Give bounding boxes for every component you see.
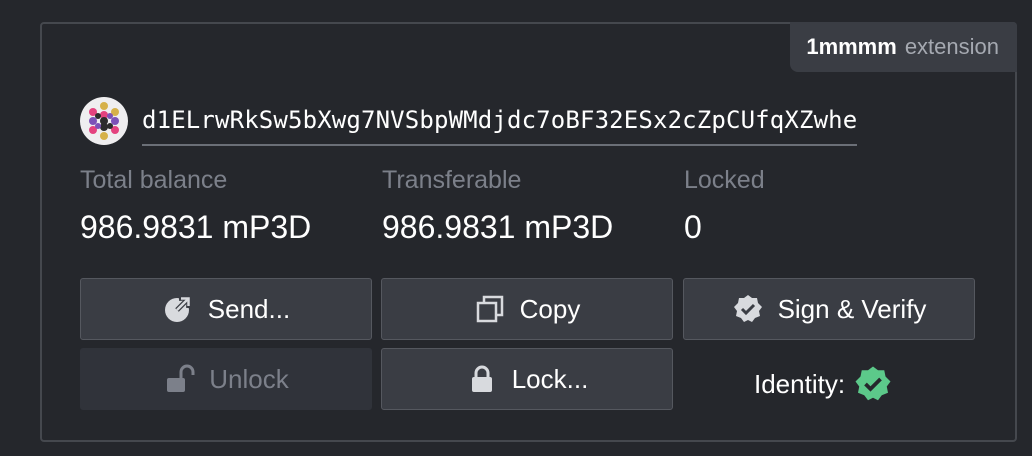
lock-button[interactable]: Lock... <box>381 348 673 410</box>
sign-verify-label: Sign & Verify <box>777 293 927 324</box>
locked-balance: Locked 0 <box>684 166 765 246</box>
total-balance: Total balance 986.9831 mP3D <box>80 166 382 246</box>
copy-button[interactable]: Copy <box>381 278 673 340</box>
lock-label: Lock... <box>511 363 589 394</box>
unlock-icon <box>163 363 195 395</box>
unlock-label: Unlock <box>209 363 289 394</box>
identicon-icon[interactable] <box>80 97 128 145</box>
send-icon <box>162 293 194 325</box>
account-card: 1mmmm extension d1ELrwRkSw5bXwg7NVSbpWMd… <box>40 22 1017 442</box>
transferable-label: Transferable <box>382 166 522 194</box>
total-balance-value: 986.9831 mP3D <box>80 209 312 245</box>
identity-status: Identity: <box>754 364 893 404</box>
lock-icon <box>466 363 498 395</box>
address-row: d1ELrwRkSw5bXwg7NVSbpWMdjdc7oBF32ESx2cZp… <box>80 96 858 146</box>
verified-icon[interactable] <box>853 364 893 404</box>
transferable-value: 986.9831 mP3D <box>382 209 614 245</box>
extension-tag: 1mmmm extension <box>790 22 1017 72</box>
locked-label: Locked <box>684 166 765 194</box>
send-button[interactable]: Send... <box>80 278 372 340</box>
locked-value: 0 <box>684 209 702 245</box>
badge-check-icon <box>732 293 764 325</box>
balances: Total balance 986.9831 mP3D Transferable… <box>80 166 765 246</box>
extension-type: extension <box>904 34 999 59</box>
account-address[interactable]: d1ELrwRkSw5bXwg7NVSbpWMdjdc7oBF32ESx2cZp… <box>142 106 858 146</box>
copy-label: Copy <box>519 293 581 324</box>
unlock-button[interactable]: Unlock <box>80 348 372 410</box>
extension-name: 1mmmm <box>806 34 897 59</box>
send-label: Send... <box>207 293 291 324</box>
transferable-balance: Transferable 986.9831 mP3D <box>382 166 684 246</box>
copy-icon <box>474 293 506 325</box>
sign-verify-button[interactable]: Sign & Verify <box>683 278 975 340</box>
identity-label: Identity: <box>754 368 846 399</box>
total-balance-label: Total balance <box>80 166 228 194</box>
